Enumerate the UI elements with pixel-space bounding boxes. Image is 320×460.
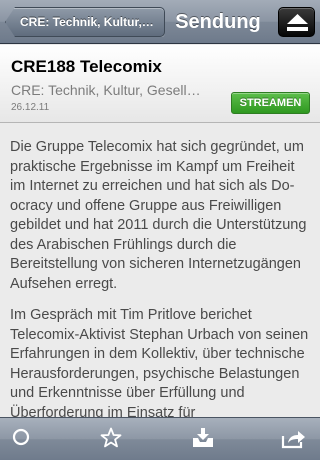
episode-header: CRE188 Telecomix CRE: Technik, Kultur, G… — [0, 45, 320, 123]
share-arrow-icon — [281, 431, 305, 449]
episode-date: 26.12.11 — [11, 102, 50, 113]
episode-description[interactable]: Die Gruppe Telecomix hat sich gegründet,… — [0, 124, 320, 417]
download-button[interactable] — [183, 423, 223, 457]
now-playing-button[interactable] — [278, 7, 315, 37]
episode-title: CRE188 Telecomix — [11, 57, 162, 76]
description-paragraph: Im Gespräch mit Tim Pritlove berichet Te… — [10, 307, 309, 417]
description-paragraph: Die Gruppe Telecomix hat sich gegründet,… — [10, 139, 307, 292]
download-tray-icon — [193, 428, 213, 447]
circle-icon — [12, 428, 30, 446]
page-title: Sendung — [175, 11, 261, 33]
star-icon — [100, 427, 122, 448]
favorite-button[interactable] — [91, 423, 131, 457]
eject-icon — [287, 14, 308, 31]
stream-button[interactable]: STREAMEN — [231, 92, 310, 114]
back-button[interactable]: CRE: Technik, Kultur,… — [5, 7, 165, 37]
bottom-toolbar — [0, 417, 320, 460]
navigation-bar: CRE: Technik, Kultur,… Sendung — [0, 0, 320, 44]
podcast-name: CRE: Technik, Kultur, Gesell… — [11, 82, 201, 98]
share-button[interactable] — [274, 423, 314, 457]
circle-button[interactable] — [1, 423, 41, 457]
